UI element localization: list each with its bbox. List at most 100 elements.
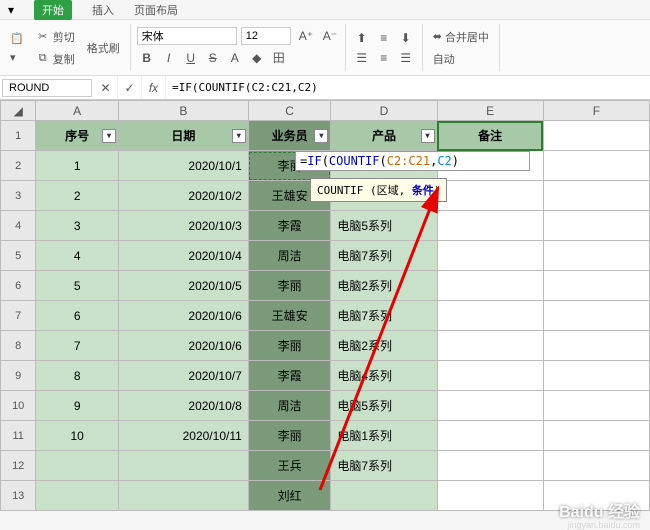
size-select[interactable] xyxy=(241,27,291,45)
filter-icon[interactable]: ▾ xyxy=(421,129,435,143)
align-bot-button[interactable]: ⬇ xyxy=(396,29,416,47)
bold-button[interactable]: B xyxy=(137,47,157,68)
align-top-button[interactable]: ⬆ xyxy=(352,29,372,47)
cancel-formula-button[interactable]: ✕ xyxy=(94,76,118,99)
cell[interactable]: 4 xyxy=(36,241,119,271)
cell[interactable]: 2020/10/6 xyxy=(118,331,248,361)
select-all-corner[interactable]: ◢ xyxy=(1,101,36,121)
cell[interactable]: 李丽 xyxy=(248,331,331,361)
cell[interactable]: 王兵 xyxy=(248,451,331,481)
increase-font-button[interactable]: A⁺ xyxy=(295,27,315,45)
cell[interactable]: 电脑7系列 xyxy=(331,241,437,271)
menu-insert[interactable]: 插入 xyxy=(92,2,114,18)
cell[interactable]: 9 xyxy=(36,391,119,421)
row-header[interactable]: 5 xyxy=(1,241,36,271)
cell[interactable]: 电脑5系列 xyxy=(331,211,437,241)
col-header-C[interactable]: C xyxy=(248,101,331,121)
col-header-E[interactable]: E xyxy=(437,101,543,121)
filter-icon[interactable]: ▾ xyxy=(232,129,246,143)
wrap-button[interactable]: 自动 xyxy=(429,49,493,69)
cell[interactable] xyxy=(437,301,543,331)
header-note[interactable]: 备注 xyxy=(437,121,543,151)
cell[interactable] xyxy=(543,331,649,361)
cut-button[interactable]: ✂剪切 xyxy=(32,27,79,47)
cell[interactable] xyxy=(437,481,543,511)
cell[interactable]: 电脑2系列 xyxy=(331,271,437,301)
cell[interactable] xyxy=(543,361,649,391)
row-header[interactable]: 4 xyxy=(1,211,36,241)
cell[interactable]: 2020/10/11 xyxy=(118,421,248,451)
cell[interactable]: 电脑7系列 xyxy=(331,451,437,481)
row-header[interactable]: 10 xyxy=(1,391,36,421)
cell[interactable] xyxy=(543,151,649,181)
row-header[interactable]: 9 xyxy=(1,361,36,391)
cell[interactable] xyxy=(543,241,649,271)
format-painter-button[interactable]: 格式刷 xyxy=(83,38,124,58)
filter-icon[interactable]: ▾ xyxy=(314,129,328,143)
cell[interactable] xyxy=(543,301,649,331)
cell[interactable]: 电脑2系列 xyxy=(331,331,437,361)
cell[interactable]: 2020/10/8 xyxy=(118,391,248,421)
font-color-button[interactable]: A xyxy=(225,47,245,68)
cell[interactable]: 李丽 xyxy=(248,421,331,451)
col-header-F[interactable]: F xyxy=(543,101,649,121)
cell[interactable]: 6 xyxy=(36,301,119,331)
cell[interactable] xyxy=(543,391,649,421)
row-header[interactable]: 3 xyxy=(1,181,36,211)
cell[interactable]: 5 xyxy=(36,271,119,301)
header-prod[interactable]: 产品▾ xyxy=(331,121,437,151)
row-header[interactable]: 7 xyxy=(1,301,36,331)
row-header[interactable]: 13 xyxy=(1,481,36,511)
decrease-font-button[interactable]: A⁻ xyxy=(319,27,339,45)
cell[interactable]: 李霞 xyxy=(248,361,331,391)
header-name[interactable]: 业务员▾ xyxy=(248,121,331,151)
formula-input[interactable]: =IF(COUNTIF(C2:C21,C2) xyxy=(166,79,650,96)
name-box[interactable] xyxy=(2,79,92,97)
cell[interactable] xyxy=(437,451,543,481)
cell[interactable]: 王雄安 xyxy=(248,301,331,331)
paste-button[interactable]: 📋 xyxy=(6,30,28,47)
border-button[interactable]: 田 xyxy=(269,47,289,68)
cell[interactable] xyxy=(543,271,649,301)
row-header[interactable]: 1 xyxy=(1,121,36,151)
cell[interactable] xyxy=(437,211,543,241)
cell[interactable] xyxy=(543,451,649,481)
col-header-A[interactable]: A xyxy=(36,101,119,121)
align-center-button[interactable]: ≡ xyxy=(374,49,394,67)
cell[interactable]: 电脑4系列 xyxy=(331,361,437,391)
cell[interactable]: 周洁 xyxy=(248,391,331,421)
strike-button[interactable]: S xyxy=(203,47,223,68)
cell[interactable]: 2020/10/7 xyxy=(118,361,248,391)
row-header[interactable]: 8 xyxy=(1,331,36,361)
row-header[interactable]: 11 xyxy=(1,421,36,451)
header-date[interactable]: 日期▾ xyxy=(118,121,248,151)
cell[interactable]: 周洁 xyxy=(248,241,331,271)
align-mid-button[interactable]: ≡ xyxy=(374,29,394,47)
cell[interactable]: 李霞 xyxy=(248,211,331,241)
cell[interactable]: 刘红 xyxy=(248,481,331,511)
cell[interactable] xyxy=(437,271,543,301)
cell[interactable] xyxy=(36,481,119,511)
accept-formula-button[interactable]: ✓ xyxy=(118,76,142,99)
col-header-D[interactable]: D xyxy=(331,101,437,121)
row-header[interactable]: 12 xyxy=(1,451,36,481)
cell[interactable] xyxy=(118,451,248,481)
cell[interactable]: 2020/10/4 xyxy=(118,241,248,271)
cell[interactable] xyxy=(543,181,649,211)
cell[interactable] xyxy=(331,481,437,511)
cell[interactable]: 电脑7系列 xyxy=(331,301,437,331)
cell[interactable]: 2020/10/2 xyxy=(118,181,248,211)
merge-button[interactable]: ⬌合并居中 xyxy=(429,27,493,47)
cell[interactable]: 电脑5系列 xyxy=(331,391,437,421)
cell[interactable] xyxy=(36,451,119,481)
align-left-button[interactable]: ☰ xyxy=(352,49,372,67)
cell[interactable]: 2020/10/1 xyxy=(118,151,248,181)
underline-button[interactable]: U xyxy=(181,47,201,68)
menu-layout[interactable]: 页面布局 xyxy=(134,2,178,18)
menu-home[interactable]: 开始 xyxy=(34,0,72,20)
align-right-button[interactable]: ☰ xyxy=(396,49,416,67)
inline-formula-overlay[interactable]: =IF(COUNTIF(C2:C21,C2) xyxy=(295,151,530,171)
cell[interactable] xyxy=(543,211,649,241)
cell[interactable]: 2020/10/3 xyxy=(118,211,248,241)
cell[interactable] xyxy=(118,481,248,511)
